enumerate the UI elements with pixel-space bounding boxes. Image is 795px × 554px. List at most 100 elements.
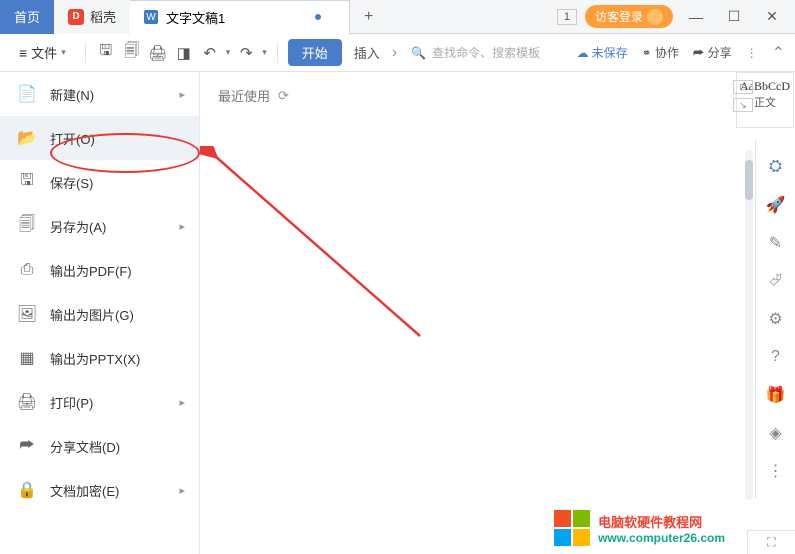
collab-icon: ⚭ — [642, 46, 652, 60]
titlebar-right: 1 访客登录 — ☐ ✕ — [557, 5, 795, 29]
diamond-icon[interactable]: ◈ — [767, 424, 785, 442]
pptx-icon: ▦ — [18, 348, 36, 368]
tab-home[interactable]: 首页 — [0, 0, 54, 34]
ruler-icon[interactable]: ⊡ — [733, 80, 753, 94]
menu-label: 保存(S) — [50, 173, 93, 192]
tab-add[interactable]: + — [350, 0, 387, 34]
file-label: 文件 — [31, 43, 57, 62]
minimize-button[interactable]: — — [681, 5, 711, 29]
collapse-ribbon-icon[interactable]: ⌃ — [772, 43, 785, 63]
watermark: 电脑软硬件教程网 www.computer26.com — [554, 510, 725, 546]
content-area: 最近使用 ⟳ — [200, 72, 795, 554]
doc-w-icon: W — [144, 10, 158, 24]
menu-label: 输出为PPTX(X) — [50, 349, 140, 368]
undo-dropdown-icon[interactable]: ▾ — [226, 47, 231, 58]
search-placeholder: 查找命令、搜索模板 — [432, 44, 540, 61]
tab-doc-label: 文字文稿1 — [166, 8, 225, 27]
unsaved-status[interactable]: ☁ 未保存 — [577, 44, 628, 61]
kebab-icon[interactable]: ⋮ — [746, 46, 758, 60]
saveas-icon[interactable]: 🗐 — [122, 43, 142, 63]
tab-docker[interactable]: D 稻壳 — [54, 0, 130, 34]
close-button[interactable]: ✕ — [757, 5, 787, 29]
menu-export-pptx[interactable]: ▦ 输出为PPTX(X) — [0, 336, 199, 380]
watermark-url: www.computer26.com — [598, 531, 725, 545]
arrow-icon: ▸ — [179, 220, 185, 233]
image-icon: 🖼 — [18, 304, 36, 324]
unsaved-label: 未保存 — [592, 44, 628, 61]
titlebar: 首页 D 稻壳 W 文字文稿1 + 1 访客登录 — ☐ ✕ — [0, 0, 795, 34]
settings-icon[interactable]: ⚙ — [767, 310, 785, 328]
menu-label: 打印(P) — [50, 393, 93, 412]
toolbox-icon[interactable]: ⛭ — [767, 158, 785, 176]
menu-label: 分享文档(D) — [50, 437, 120, 456]
more-tabs-icon[interactable]: › — [392, 44, 397, 62]
recent-label: 最近使用 — [218, 86, 270, 105]
menu-new[interactable]: 📄 新建(N) ▸ — [0, 72, 199, 116]
help-icon[interactable]: ? — [767, 348, 785, 366]
insert-tab[interactable]: 插入 — [348, 43, 386, 62]
collab-button[interactable]: ⚭ 协作 — [642, 44, 679, 61]
chevron-down-icon: ▾ — [61, 47, 66, 58]
maximize-button[interactable]: ☐ — [719, 5, 749, 29]
login-label: 访客登录 — [595, 8, 643, 25]
arrow-icon: ▸ — [179, 88, 185, 101]
file-menu: 📄 新建(N) ▸ 📂 打开(O) 🖫 保存(S) 🗐 另存为(A) ▸ ⎙ 输… — [0, 72, 200, 554]
saveas-icon: 🗐 — [18, 213, 36, 240]
cursor-icon[interactable]: ⮰ — [767, 272, 785, 290]
open-icon: 📂 — [18, 128, 36, 148]
save-icon: 🖫 — [18, 169, 36, 196]
bottom-bar: ⛶ — [747, 530, 795, 554]
fullscreen-icon[interactable]: ⛶ — [767, 535, 775, 550]
more-icon[interactable]: ⋮ — [767, 462, 785, 480]
layout-icon[interactable]: ↘ — [733, 98, 753, 112]
share-icon: ⮫ — [693, 46, 704, 60]
menu-share-doc[interactable]: ⮫ 分享文档(D) — [0, 424, 199, 468]
toolbar: ≡ 文件 ▾ 🖫 🗐 🖨 ◨ ↶ ▾ ↷ ▾ 开始 插入 › 🔍 查找命令、搜索… — [0, 34, 795, 72]
tab-document[interactable]: W 文字文稿1 — [130, 0, 350, 34]
menu-label: 新建(N) — [50, 85, 94, 104]
redo-icon[interactable]: ↷ — [236, 43, 256, 63]
arrow-icon: ▸ — [179, 396, 185, 409]
gift-icon[interactable]: 🎁 — [767, 386, 785, 404]
divider — [85, 43, 86, 63]
toolbar-right: ☁ 未保存 ⚭ 协作 ⮫ 分享 ⋮ ⌃ — [577, 43, 785, 63]
refresh-icon[interactable]: ⟳ — [278, 88, 289, 104]
menu-export-image[interactable]: 🖼 输出为图片(G) — [0, 292, 199, 336]
arrow-icon: ▸ — [179, 484, 185, 497]
cloud-icon: ☁ — [577, 46, 589, 60]
menu-print[interactable]: 🖨 打印(P) ▸ — [0, 380, 199, 424]
main: 📄 新建(N) ▸ 📂 打开(O) 🖫 保存(S) 🗐 另存为(A) ▸ ⎙ 输… — [0, 72, 795, 554]
menu-export-pdf[interactable]: ⎙ 输出为PDF(F) — [0, 248, 199, 292]
tab-docker-label: 稻壳 — [90, 7, 116, 26]
menu-label: 另存为(A) — [50, 217, 106, 236]
menu-saveas[interactable]: 🗐 另存为(A) ▸ — [0, 204, 199, 248]
menu-encrypt[interactable]: 🔒 文档加密(E) ▸ — [0, 468, 199, 512]
new-icon: 📄 — [18, 84, 36, 104]
recent-header: 最近使用 ⟳ — [218, 86, 777, 105]
rocket-icon[interactable]: 🚀 — [767, 196, 785, 214]
side-strip: ⛭ 🚀 ✎ ⮰ ⚙ ? 🎁 ◈ ⋮ — [755, 140, 795, 498]
scrollbar[interactable] — [745, 150, 753, 500]
print-icon: 🖨 — [18, 392, 36, 412]
windows-logo-icon — [554, 510, 590, 546]
page-number[interactable]: 1 — [557, 9, 577, 25]
share-button[interactable]: ⮫ 分享 — [693, 44, 732, 61]
divider — [277, 43, 278, 63]
corner-icons: ⊡ ↘ — [733, 80, 753, 112]
search-box[interactable]: 🔍 查找命令、搜索模板 — [403, 44, 548, 61]
menu-open[interactable]: 📂 打开(O) — [0, 116, 199, 160]
share-doc-icon: ⮫ — [18, 437, 36, 455]
save-icon[interactable]: 🖫 — [96, 43, 116, 63]
scrollbar-thumb[interactable] — [745, 160, 753, 200]
menu-save[interactable]: 🖫 保存(S) — [0, 160, 199, 204]
watermark-title: 电脑软硬件教程网 — [598, 512, 725, 531]
redo-dropdown-icon[interactable]: ▾ — [262, 47, 267, 58]
print-icon[interactable]: 🖨 — [148, 43, 168, 63]
file-menu-button[interactable]: ≡ 文件 ▾ — [10, 38, 75, 67]
pen-icon[interactable]: ✎ — [767, 234, 785, 252]
login-button[interactable]: 访客登录 — [585, 5, 673, 28]
menu-label: 输出为图片(G) — [50, 305, 134, 324]
preview-icon[interactable]: ◨ — [174, 43, 194, 63]
undo-icon[interactable]: ↶ — [200, 43, 220, 63]
start-tab[interactable]: 开始 — [288, 39, 342, 66]
